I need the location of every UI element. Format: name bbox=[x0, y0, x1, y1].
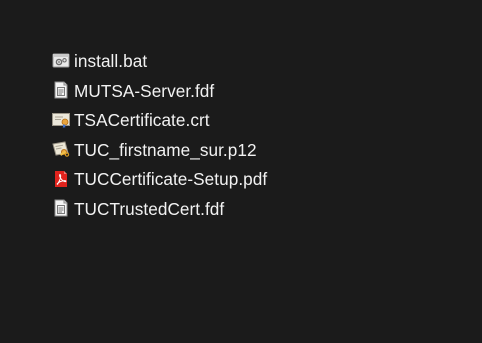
file-item-tuc-firstname-sur-p12[interactable]: TUC_firstname_sur.p12 bbox=[52, 136, 472, 166]
batch-file-icon bbox=[52, 52, 70, 70]
fdf-document-icon bbox=[52, 199, 70, 217]
file-item-install-bat[interactable]: install.bat bbox=[52, 47, 472, 77]
file-item-tsacertificate-crt[interactable]: TSACertificate.crt bbox=[52, 106, 472, 136]
file-item-mutsa-server-fdf[interactable]: MUTSA-Server.fdf bbox=[52, 77, 472, 107]
file-name: MUTSA-Server.fdf bbox=[74, 80, 215, 101]
personal-certificate-icon bbox=[52, 140, 70, 158]
file-item-tuctrustedcert-fdf[interactable]: TUCTrustedCert.fdf bbox=[52, 195, 472, 225]
file-name: TUC_firstname_sur.p12 bbox=[74, 139, 257, 160]
file-list: install.bat MUTSA-Server.fdf TSACertific… bbox=[52, 47, 472, 224]
file-name: TUCTrustedCert.fdf bbox=[74, 198, 225, 219]
file-item-tuccertificate-setup-pdf[interactable]: TUCCertificate-Setup.pdf bbox=[52, 165, 472, 195]
fdf-document-icon bbox=[52, 81, 70, 99]
certificate-icon bbox=[52, 111, 70, 129]
pdf-icon bbox=[52, 170, 70, 188]
file-name: install.bat bbox=[74, 51, 148, 72]
file-name: TSACertificate.crt bbox=[74, 110, 210, 131]
file-name: TUCCertificate-Setup.pdf bbox=[74, 169, 268, 190]
